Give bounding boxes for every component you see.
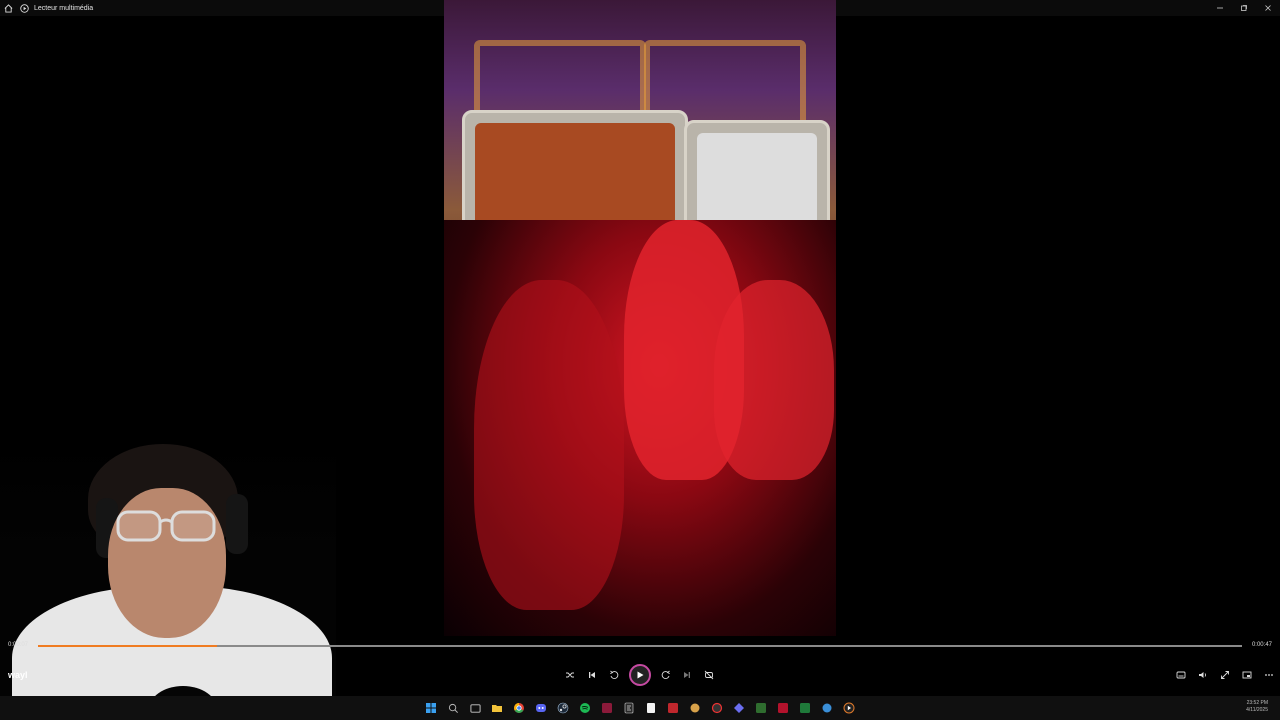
- more-options-icon[interactable]: [1261, 667, 1277, 683]
- home-icon[interactable]: [0, 0, 16, 16]
- taskbar: 23:52 PM 4/11/2025: [0, 696, 1280, 720]
- glasses: [116, 510, 216, 542]
- app-icon[interactable]: [797, 700, 813, 716]
- windows-start-icon[interactable]: [423, 700, 439, 716]
- repeat-off-icon[interactable]: [701, 667, 717, 683]
- rewind-10-icon[interactable]: [606, 667, 622, 683]
- discord-icon[interactable]: [533, 700, 549, 716]
- search-icon[interactable]: [445, 700, 461, 716]
- play-button[interactable]: [629, 664, 651, 686]
- spotify-icon[interactable]: [577, 700, 593, 716]
- window-controls: [1208, 0, 1280, 16]
- volume-icon[interactable]: [1195, 667, 1211, 683]
- app-icon[interactable]: [819, 700, 835, 716]
- minimize-icon[interactable]: [1208, 0, 1232, 16]
- app-icon[interactable]: [687, 700, 703, 716]
- play-icon: [637, 671, 644, 679]
- next-icon[interactable]: [679, 667, 695, 683]
- notepad-icon[interactable]: [643, 700, 659, 716]
- media-player-icon: [16, 0, 32, 16]
- playback-controls: wayl: [0, 660, 1280, 690]
- close-icon[interactable]: [1256, 0, 1280, 16]
- system-clock[interactable]: 23:52 PM 4/11/2025: [1246, 700, 1268, 714]
- media-player-icon[interactable]: [841, 700, 857, 716]
- clock-date: 4/11/2025: [1246, 707, 1268, 713]
- clock-time: 23:52 PM: [1246, 700, 1268, 706]
- app-icon[interactable]: [753, 700, 769, 716]
- progress-row: 0:00:07 0:00:47: [0, 638, 1280, 654]
- restore-icon[interactable]: [1232, 0, 1256, 16]
- fullscreen-icon[interactable]: [1217, 667, 1233, 683]
- current-time: 0:00:07: [8, 642, 29, 648]
- app-icon[interactable]: [599, 700, 615, 716]
- seek-bar-fill: [38, 645, 218, 647]
- task-view-icon[interactable]: [467, 700, 483, 716]
- total-time: 0:00:47: [1251, 642, 1272, 648]
- app-icon[interactable]: [731, 700, 747, 716]
- file-explorer-icon[interactable]: [489, 700, 505, 716]
- window-title: Lecteur multimédia: [34, 4, 94, 12]
- now-playing-title: wayl: [8, 670, 28, 680]
- mini-player-icon[interactable]: [1239, 667, 1255, 683]
- forward-30-icon[interactable]: [658, 667, 674, 683]
- video-crowd: [444, 220, 836, 636]
- chrome-icon[interactable]: [511, 700, 527, 716]
- epic-games-icon[interactable]: [621, 700, 637, 716]
- video-frame[interactable]: [444, 0, 836, 636]
- previous-icon[interactable]: [584, 667, 600, 683]
- app-icon[interactable]: [775, 700, 791, 716]
- app-icon[interactable]: [709, 700, 725, 716]
- seek-bar[interactable]: [38, 645, 1242, 647]
- steam-icon[interactable]: [555, 700, 571, 716]
- shuffle-icon[interactable]: [562, 667, 578, 683]
- subtitles-icon[interactable]: [1173, 667, 1189, 683]
- app-icon[interactable]: [665, 700, 681, 716]
